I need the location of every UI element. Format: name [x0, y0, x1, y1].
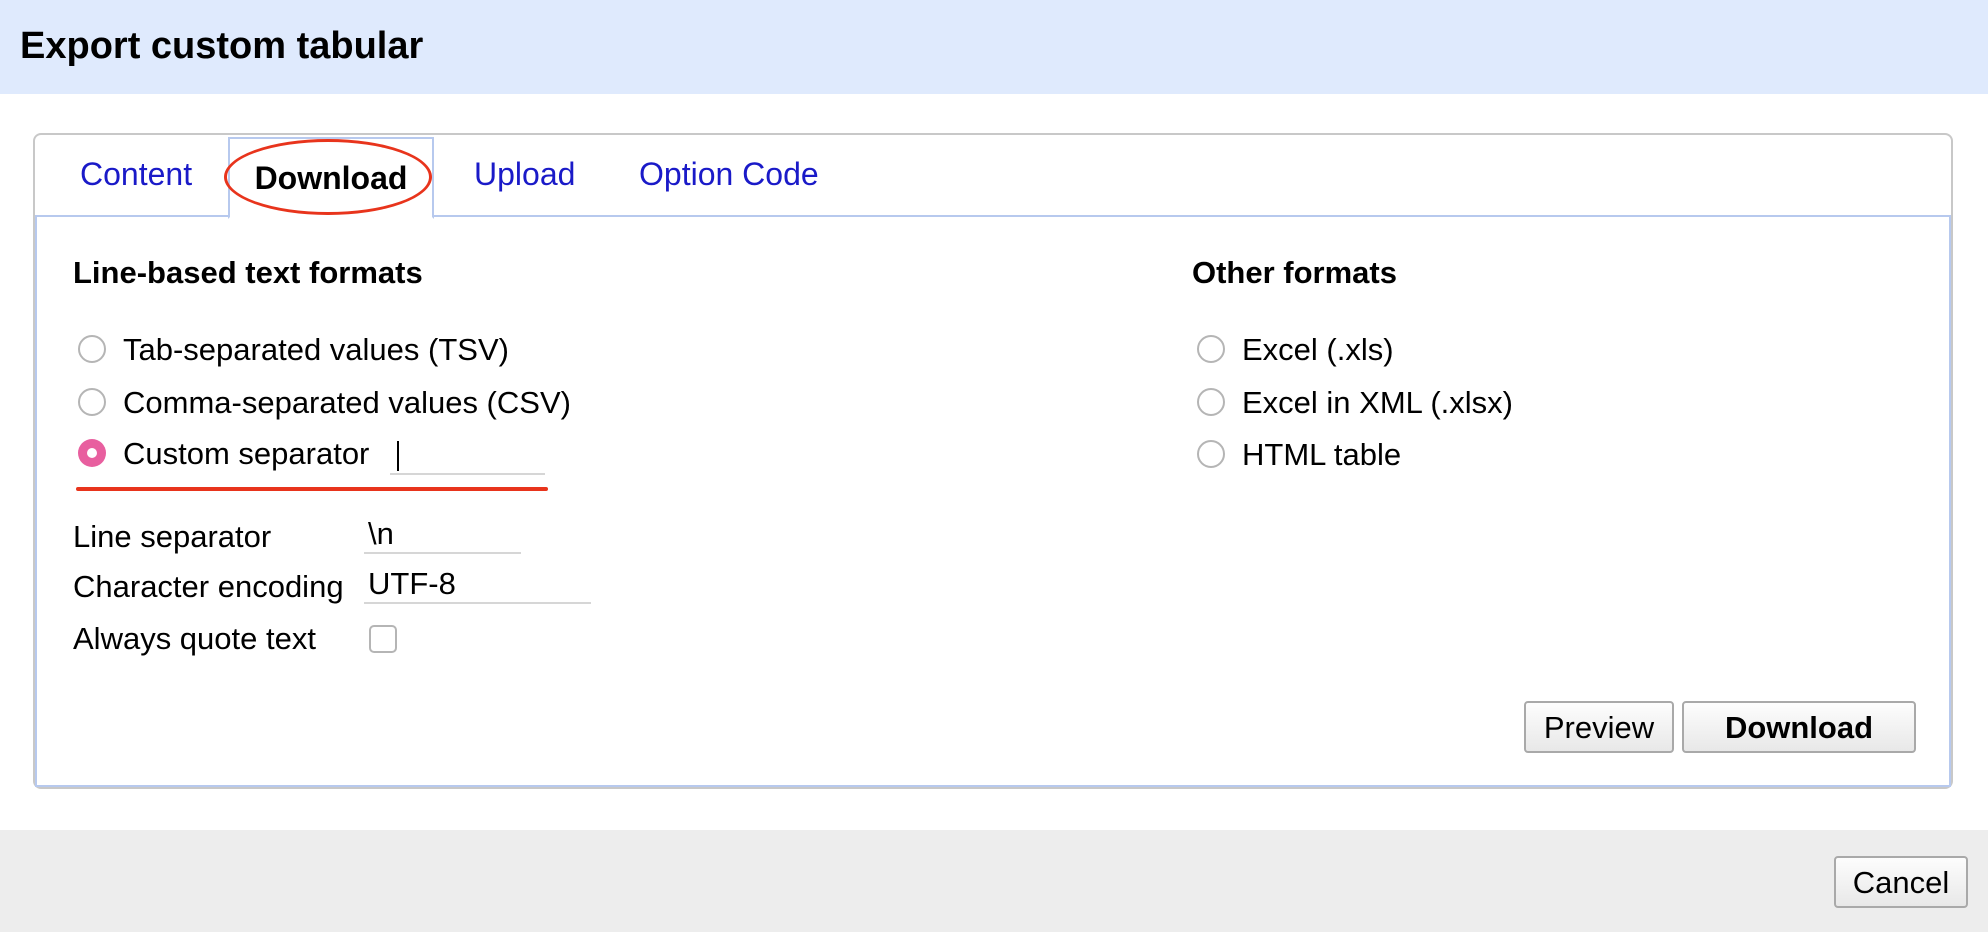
always-quote-label: Always quote text [73, 621, 316, 656]
radio-html-row[interactable]: HTML table [1197, 436, 1697, 476]
radio-custom-row[interactable]: Custom separator [78, 435, 678, 475]
custom-separator-underline-annotation [76, 487, 548, 491]
preview-button[interactable]: Preview [1524, 701, 1674, 753]
radio-html-table[interactable] [1197, 440, 1225, 468]
text-caret [397, 441, 399, 471]
radio-html-label: HTML table [1242, 437, 1402, 472]
encoding-input[interactable] [364, 566, 591, 604]
custom-separator-input[interactable] [390, 437, 545, 475]
export-dialog: Export custom tabular Content Download U… [0, 0, 1988, 932]
dialog-title: Export custom tabular [20, 25, 424, 67]
radio-custom-label: Custom separator [123, 436, 370, 471]
dialog-header: Export custom tabular [0, 0, 1988, 94]
radio-xls[interactable] [1197, 335, 1225, 363]
line-separator-label: Line separator [73, 519, 272, 554]
radio-tsv-label: Tab-separated values (TSV) [123, 332, 509, 367]
encoding-label: Character encoding [73, 569, 344, 604]
tabs-container: Content Download Upload Option Code Line… [33, 133, 1953, 789]
radio-csv-row[interactable]: Comma-separated values (CSV) [78, 384, 678, 424]
dialog-footer: Cancel [0, 830, 1988, 932]
tab-download-label: Download [254, 160, 408, 196]
download-button[interactable]: Download [1682, 701, 1916, 753]
radio-xls-label: Excel (.xls) [1242, 332, 1394, 367]
always-quote-checkbox[interactable] [369, 625, 397, 653]
radio-csv[interactable] [78, 388, 106, 416]
radio-xlsx-row[interactable]: Excel in XML (.xlsx) [1197, 384, 1697, 424]
other-formats-heading: Other formats [1192, 255, 1397, 290]
radio-tsv-row[interactable]: Tab-separated values (TSV) [78, 331, 678, 371]
radio-xls-row[interactable]: Excel (.xls) [1197, 331, 1697, 371]
radio-xlsx[interactable] [1197, 388, 1225, 416]
tab-bar: Content Download Upload Option Code [35, 135, 1951, 219]
radio-tsv[interactable] [78, 335, 106, 363]
tab-upload[interactable]: Upload [474, 153, 575, 195]
cancel-button[interactable]: Cancel [1834, 856, 1968, 908]
tab-content[interactable]: Content [80, 153, 192, 195]
tab-option-code[interactable]: Option Code [639, 153, 819, 195]
radio-xlsx-label: Excel in XML (.xlsx) [1242, 385, 1514, 420]
download-panel: Line-based text formats Tab-separated va… [35, 215, 1951, 787]
radio-csv-label: Comma-separated values (CSV) [123, 385, 571, 420]
line-formats-heading: Line-based text formats [73, 255, 423, 290]
radio-custom-separator[interactable] [78, 439, 106, 467]
tab-download[interactable]: Download [224, 137, 434, 219]
line-separator-input[interactable] [364, 516, 521, 554]
